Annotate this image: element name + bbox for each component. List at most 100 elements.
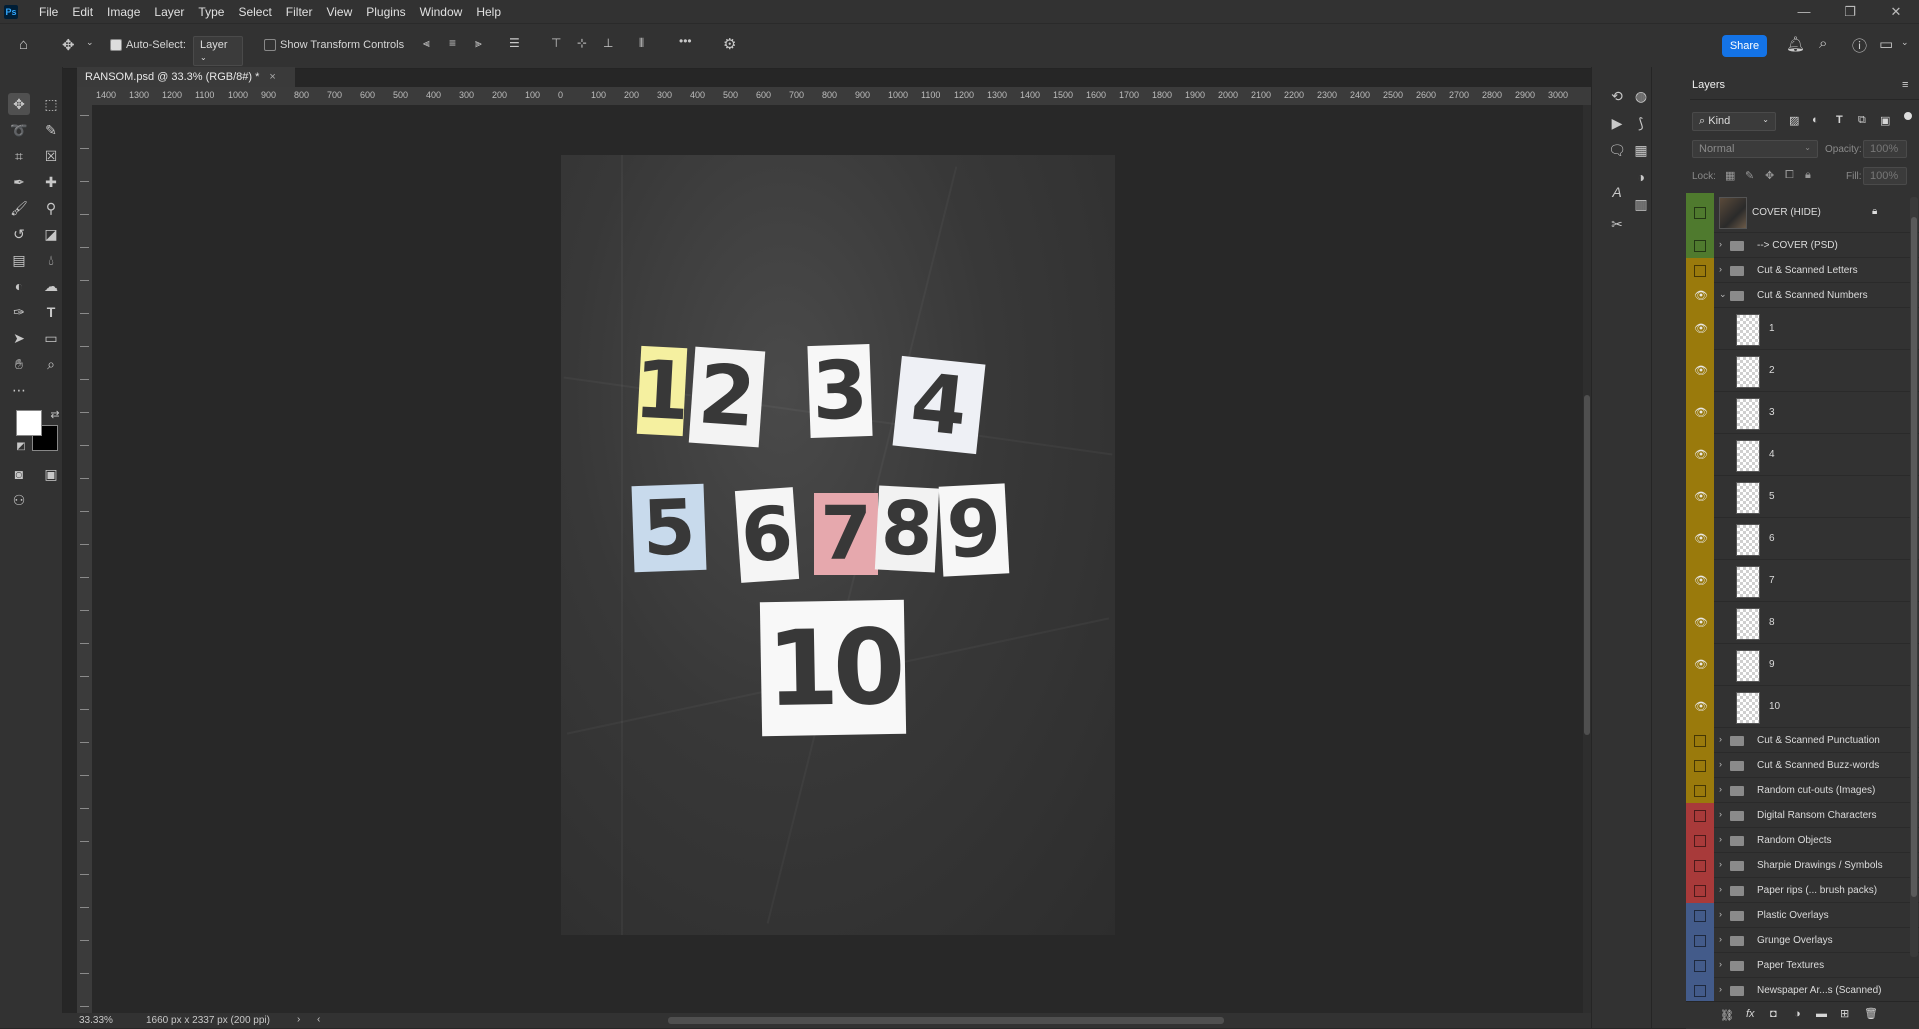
layer-group-row[interactable]: › Cut & Scanned Buzz-words (1686, 753, 1919, 778)
menu-view[interactable]: View (319, 5, 359, 19)
layer-color-label[interactable] (1686, 978, 1714, 1003)
move-tool-icon[interactable]: ✥ (8, 93, 30, 115)
visibility-off-icon[interactable] (1694, 860, 1706, 872)
smart-object-filter-icon[interactable]: ▣ (1880, 114, 1890, 127)
menu-window[interactable]: Window (413, 5, 470, 19)
layer-row[interactable]: 🔒︎ COVER (HIDE) (1686, 193, 1919, 233)
chevron-right-icon[interactable]: › (1719, 759, 1722, 769)
layer-group-row[interactable]: › Grunge Overlays (1686, 928, 1919, 953)
paths-icon[interactable]: ⟆ (1630, 112, 1652, 134)
document-tab[interactable]: RANSOM.psd @ 33.3% (RGB/8#) * × (77, 67, 295, 87)
layer-color-label[interactable]: 👁︎ (1686, 308, 1714, 350)
gear-icon[interactable]: ⚙ (723, 35, 736, 53)
layer-color-label[interactable] (1686, 853, 1714, 878)
eyedropper-tool-icon[interactable]: ✒ (8, 171, 30, 193)
layers-scrollbar-thumb[interactable] (1911, 217, 1917, 897)
auto-select-checkbox[interactable]: Auto-Select: (110, 39, 186, 52)
visibility-off-icon[interactable] (1694, 810, 1706, 822)
layer-color-label[interactable]: 👁︎ (1686, 602, 1714, 644)
eye-icon[interactable]: 👁︎ (1694, 322, 1708, 335)
history-brush-icon[interactable]: ↺ (8, 223, 30, 245)
chevron-right-icon[interactable]: › (1719, 809, 1722, 819)
layer-color-label[interactable]: 👁︎ (1686, 476, 1714, 518)
screen-mode-icon[interactable]: ▣ (40, 463, 62, 485)
chevron-right-icon[interactable]: › (1719, 239, 1722, 249)
align-right-icon[interactable]: ⫸ (475, 36, 482, 51)
gradient-tool-icon[interactable]: ▤ (8, 249, 30, 271)
auto-select-dropdown[interactable]: Layer ⌄ (193, 36, 243, 66)
healing-brush-icon[interactable]: ✚ (40, 171, 62, 193)
layer-color-label[interactable] (1686, 828, 1714, 853)
filter-kind-dropdown[interactable]: ⌕ Kind ⌄ (1692, 112, 1776, 131)
panel-menu-icon[interactable]: ≡ (1902, 79, 1908, 91)
layer-row[interactable]: 👁︎ 6 (1686, 518, 1919, 560)
layer-color-label[interactable] (1686, 903, 1714, 928)
move-tool-icon[interactable]: ✥ (62, 36, 75, 54)
layer-group-row[interactable]: › Newspaper Ar...s (Scanned) (1686, 978, 1919, 1003)
visibility-off-icon[interactable] (1694, 735, 1706, 747)
new-group-icon[interactable]: ▬ (1816, 1008, 1827, 1020)
layer-color-label[interactable] (1686, 258, 1714, 283)
dodge-tool-icon[interactable]: ◐ (8, 275, 30, 297)
lock-transparent-icon[interactable]: ▦ (1725, 169, 1735, 182)
layer-color-label[interactable] (1686, 953, 1714, 978)
blend-mode-dropdown[interactable]: Normal ⌄ (1692, 140, 1818, 158)
zoom-tool-icon[interactable]: ⌕ (40, 353, 62, 375)
layer-group-row[interactable]: › Sharpie Drawings / Symbols (1686, 853, 1919, 878)
pixel-filter-icon[interactable]: ▨ (1789, 114, 1799, 127)
visibility-off-icon[interactable] (1694, 885, 1706, 897)
shape-filter-icon[interactable]: ⧉ (1858, 114, 1866, 127)
bell-icon[interactable]: 🔔︎ (1786, 35, 1805, 53)
pen-tool-icon[interactable]: ✑ (8, 301, 30, 323)
close-window-icon[interactable]: ✕ (1873, 0, 1919, 23)
quick-select-tool-icon[interactable]: ✎ (40, 119, 62, 141)
filter-toggle-icon[interactable] (1904, 112, 1912, 120)
transform-controls-checkbox[interactable]: Show Transform Controls (264, 39, 404, 52)
chevron-right-icon[interactable]: › (297, 1014, 300, 1025)
chevron-right-icon[interactable]: › (1719, 909, 1722, 919)
layer-color-label[interactable] (1686, 878, 1714, 903)
eraser-tool-icon[interactable]: ◪ (40, 223, 62, 245)
color-icon[interactable]: ◍ (1630, 85, 1652, 107)
layer-color-label[interactable] (1686, 928, 1714, 953)
home-icon[interactable]: ⌂ (19, 36, 28, 53)
chevron-right-icon[interactable]: › (1719, 784, 1722, 794)
adjustment-filter-icon[interactable]: ◐ (1812, 114, 1819, 126)
zoom-level[interactable]: 33.33% (79, 1015, 113, 1026)
chevron-right-icon[interactable]: › (1719, 264, 1722, 274)
align-bottom-icon[interactable]: ⊥ (603, 36, 613, 50)
help-icon[interactable]: ⓘ (1852, 35, 1867, 56)
visibility-off-icon[interactable] (1694, 985, 1706, 997)
vertical-scrollbar[interactable] (1583, 105, 1591, 1013)
layer-row[interactable]: 👁︎ 5 (1686, 476, 1919, 518)
lasso-tool-icon[interactable]: ➰ (8, 119, 30, 141)
align-middle-icon[interactable]: ⊹ (577, 36, 587, 50)
fx-icon[interactable]: fx (1746, 1008, 1755, 1020)
eye-icon[interactable]: 👁︎ (1694, 490, 1708, 503)
scroll-left-icon[interactable]: ‹ (317, 1014, 320, 1025)
layer-color-label[interactable]: 👁︎ (1686, 560, 1714, 602)
actions-play-icon[interactable]: ▶ (1606, 112, 1628, 134)
eye-icon[interactable]: 👁︎ (1694, 289, 1708, 302)
path-select-icon[interactable]: ➤ (8, 327, 30, 349)
default-colors-icon[interactable]: ◩ (10, 435, 32, 457)
layer-row[interactable]: 👁︎ 4 (1686, 434, 1919, 476)
layer-color-label[interactable]: 👁︎ (1686, 686, 1714, 728)
distribute-icon[interactable]: ☰ (509, 36, 520, 50)
visibility-off-icon[interactable] (1694, 960, 1706, 972)
layer-color-label[interactable]: 👁︎ (1686, 518, 1714, 560)
layer-row[interactable]: 👁︎ 2 (1686, 350, 1919, 392)
layer-color-label[interactable] (1686, 803, 1714, 828)
share-button[interactable]: Share (1722, 35, 1767, 57)
layer-row[interactable]: 👁︎ 9 (1686, 644, 1919, 686)
visibility-off-icon[interactable] (1694, 785, 1706, 797)
layer-color-label[interactable]: 👁︎ (1686, 434, 1714, 476)
blur-tool-icon[interactable]: 💧︎ (40, 249, 62, 271)
eye-icon[interactable]: 👁︎ (1694, 700, 1708, 713)
align-top-icon[interactable]: ⊤ (551, 36, 561, 50)
layer-group-row[interactable]: › Paper Textures (1686, 953, 1919, 978)
history-icon[interactable]: ⟲ (1606, 85, 1628, 107)
layer-row[interactable]: 👁︎ 3 (1686, 392, 1919, 434)
eye-icon[interactable]: 👁︎ (1694, 574, 1708, 587)
layer-group-row[interactable]: › Cut & Scanned Punctuation (1686, 728, 1919, 753)
